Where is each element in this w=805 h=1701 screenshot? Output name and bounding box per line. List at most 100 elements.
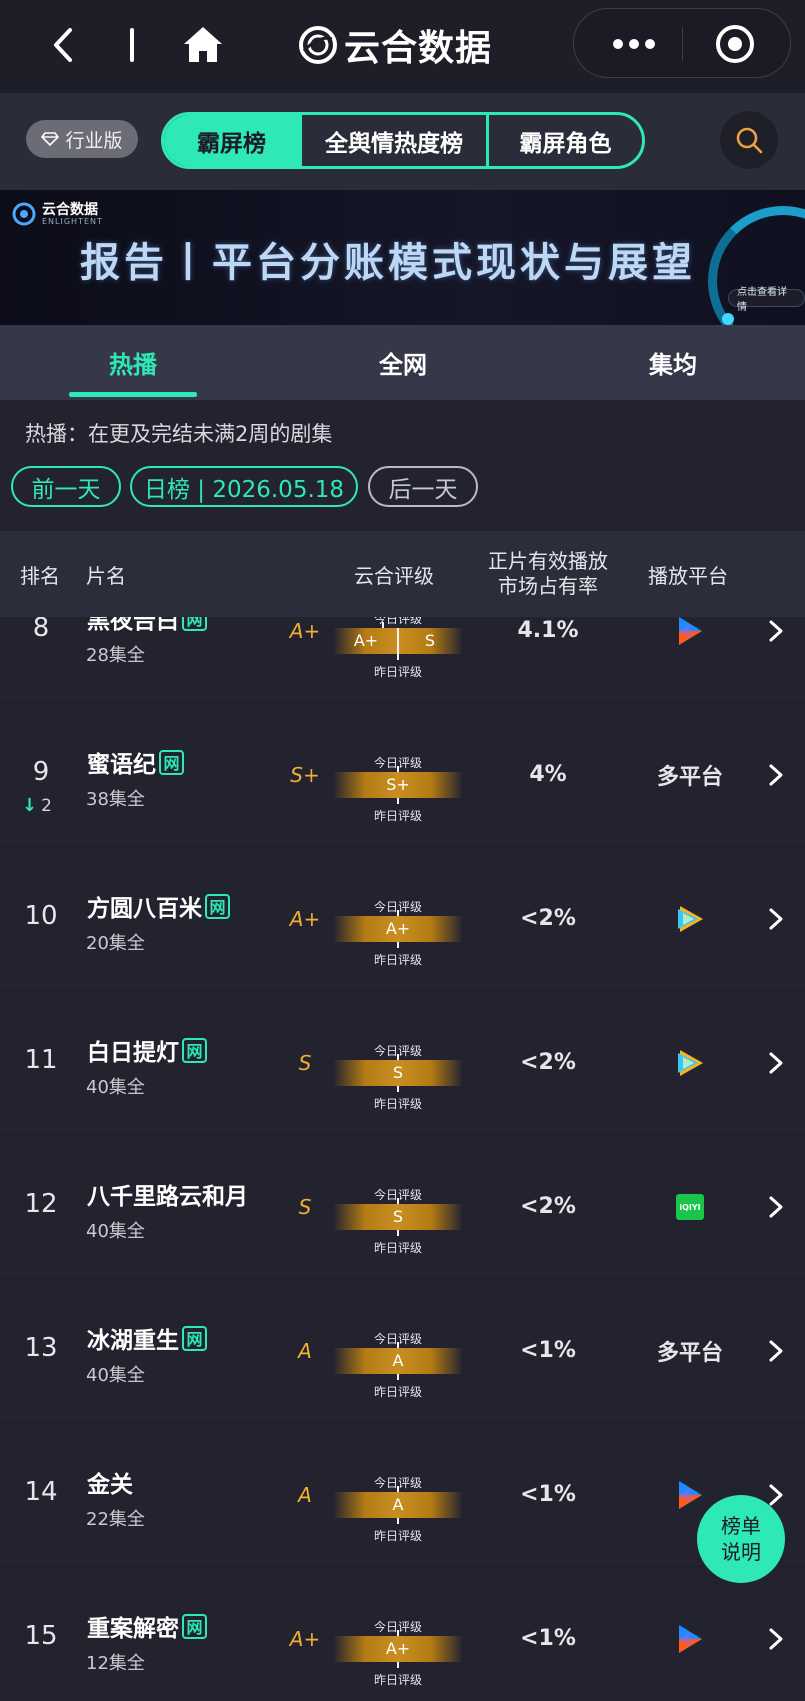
header-share-line1: 正片有效播放 — [488, 549, 608, 573]
grade-scale: 今日评级 S+ 昨日评级 — [333, 754, 463, 823]
youku-logo-icon — [679, 1481, 702, 1509]
platform — [640, 1621, 740, 1657]
today-marker — [382, 622, 384, 628]
net-badge: 网 — [182, 1613, 207, 1639]
brand: 云合数据 — [298, 20, 492, 70]
tab-quanwang[interactable]: 全网 — [303, 325, 503, 400]
today-marker — [397, 1198, 399, 1204]
grade-scale: 今日评级 S 昨日评级 — [333, 1186, 463, 1255]
chevron-right-icon[interactable] — [763, 1337, 789, 1365]
today-marker — [397, 1342, 399, 1348]
drama-title: 重案解密 — [87, 1616, 179, 1642]
edition-label: 行业版 — [65, 129, 123, 152]
yesterday-grade-label: S — [424, 631, 436, 650]
scale-yesterday-label: 昨日评级 — [373, 809, 422, 823]
header-share-line2: 市场占有率 — [498, 574, 598, 598]
chevron-right-icon[interactable] — [763, 761, 789, 789]
episode-count: 40集全 — [86, 1221, 145, 1242]
grade-value: A+ — [289, 619, 321, 643]
platform: 多平台 — [640, 757, 740, 793]
drama-title-wrap: 白日提灯网 — [87, 1033, 207, 1067]
drama-title-wrap: 重案解密网 — [87, 1609, 207, 1643]
scale-yesterday-label: 昨日评级 — [373, 1673, 422, 1687]
grade-bar: A+ — [333, 910, 463, 948]
yesterday-marker — [397, 798, 399, 804]
search-button[interactable] — [720, 111, 778, 169]
grade-bar: A+ S — [333, 622, 463, 660]
grade-bar: A — [333, 1486, 463, 1524]
rank-number: 11 — [24, 1045, 58, 1075]
rank-number: 15 — [24, 1621, 58, 1651]
help-line1: 榜单 — [721, 1514, 761, 1538]
table-row[interactable]: 13 冰湖重生网 40集全 A 今日评级 A 昨日评级 <1% 多平台 — [0, 1279, 805, 1423]
ranking-list[interactable]: 8 黑夜告白网 28集全 A+ 今日评级 A+ S 昨日评级 4.1% 9 ↓ 2 蜜语纪网 38集全 S+… — [0, 617, 805, 1701]
rank-number: 13 — [24, 1333, 58, 1363]
rank-number: 14 — [24, 1477, 58, 1507]
platform — [640, 1045, 740, 1081]
grade-scale: 今日评级 S 昨日评级 — [333, 1042, 463, 1111]
list-help-button[interactable]: 榜单 说明 — [697, 1495, 785, 1583]
table-row[interactable]: 14 金关 22集全 A 今日评级 A 昨日评级 <1% — [0, 1423, 805, 1567]
brand-name: 云合数据 — [344, 28, 493, 69]
back-icon[interactable] — [44, 22, 84, 68]
banner-detail-pill[interactable]: 点击查看详情 — [728, 287, 805, 313]
market-share: <2% — [520, 1050, 576, 1075]
rank-change-value: 2 — [41, 795, 52, 816]
prev-day-button[interactable]: 前一天 — [11, 466, 121, 507]
table-row[interactable]: 15 重案解密网 12集全 A+ 今日评级 A+ 昨日评级 <1% — [0, 1567, 805, 1701]
tencent-video-logo-icon — [678, 1050, 703, 1076]
grade-scale: 今日评级 A 昨日评级 — [333, 1330, 463, 1399]
chevron-right-icon[interactable] — [763, 1625, 789, 1653]
ranking-list-inner: 8 黑夜告白网 28集全 A+ 今日评级 A+ S 昨日评级 4.1% 9 ↓ 2 蜜语纪网 38集全 S+… — [0, 617, 805, 1701]
scale-yesterday-label: 昨日评级 — [373, 665, 422, 679]
banner-logo-text: 云合数据 — [42, 201, 98, 218]
net-badge: 网 — [182, 1037, 207, 1063]
episode-count: 40集全 — [86, 1077, 145, 1098]
table-row[interactable]: 9 ↓ 2 蜜语纪网 38集全 S+ 今日评级 S+ 昨日评级 4% 多平台 — [0, 703, 805, 847]
segment-baping-role[interactable]: 霸屏角色 — [486, 115, 642, 166]
yesterday-marker — [397, 942, 399, 948]
view-tabs: 热播 全网 集均 — [0, 325, 805, 400]
today-marker — [397, 910, 399, 916]
more-icon[interactable] — [604, 27, 664, 61]
table-row[interactable]: 11 白日提灯网 40集全 S 今日评级 S 昨日评级 <2% — [0, 991, 805, 1135]
table-row[interactable]: 12 八千里路云和月 40集全 S 今日评级 S 昨日评级 <2% iQIYI — [0, 1135, 805, 1279]
table-row[interactable]: 8 黑夜告白网 28集全 A+ 今日评级 A+ S 昨日评级 4.1% — [0, 617, 805, 703]
table-header: 排名 片名 云合评级 正片有效播放 市场占有率 播放平台 — [0, 531, 805, 617]
table-row[interactable]: 10 方圆八百米网 20集全 A+ 今日评级 A+ 昨日评级 <2% — [0, 847, 805, 991]
ranking-segment-control: 霸屏榜 全舆情热度榜 霸屏角色 — [161, 112, 645, 169]
scale-today-label: 今日评级 — [373, 617, 422, 626]
scale-yesterday-label: 昨日评级 — [373, 953, 422, 967]
grade-value: A — [298, 1483, 312, 1507]
episode-count: 28集全 — [86, 645, 145, 666]
drama-title-wrap: 冰湖重生网 — [87, 1321, 207, 1355]
drama-title: 白日提灯 — [87, 1040, 179, 1066]
tab-jijun[interactable]: 集均 — [573, 325, 773, 400]
scale-yesterday-label: 昨日评级 — [373, 1241, 422, 1255]
grade-value: A+ — [289, 1627, 321, 1651]
today-marker — [397, 766, 399, 772]
today-marker — [397, 1630, 399, 1636]
grade-bar: A — [333, 1342, 463, 1380]
chevron-right-icon[interactable] — [763, 617, 789, 645]
episode-count: 22集全 — [86, 1509, 145, 1530]
next-day-button[interactable]: 后一天 — [368, 466, 478, 507]
segment-yuqing-heat[interactable]: 全舆情热度榜 — [299, 115, 486, 166]
platform — [640, 617, 740, 649]
banner-dot-decoration — [722, 313, 734, 325]
chevron-right-icon[interactable] — [763, 905, 789, 933]
target-icon[interactable] — [714, 23, 756, 65]
report-banner[interactable]: 云合数据 ENLIGHTENT 报告丨平台分账模式现状与展望 点击查看详情 — [0, 190, 805, 325]
episode-count: 12集全 — [86, 1653, 145, 1674]
date-selector[interactable]: 日榜 | 2026.05.18 — [130, 466, 358, 507]
chevron-right-icon[interactable] — [763, 1193, 789, 1221]
home-icon[interactable] — [180, 22, 226, 68]
segment-bapingbang[interactable]: 霸屏榜 — [164, 115, 299, 166]
edition-badge[interactable]: 行业版 — [26, 120, 138, 158]
market-share: <1% — [520, 1482, 576, 1507]
banner-logo: 云合数据 ENLIGHTENT — [12, 202, 103, 226]
net-badge: 网 — [182, 1325, 207, 1351]
chevron-right-icon[interactable] — [763, 1049, 789, 1077]
tab-rebo[interactable]: 热播 — [33, 325, 233, 400]
grade-scale: 今日评级 A 昨日评级 — [333, 1474, 463, 1543]
